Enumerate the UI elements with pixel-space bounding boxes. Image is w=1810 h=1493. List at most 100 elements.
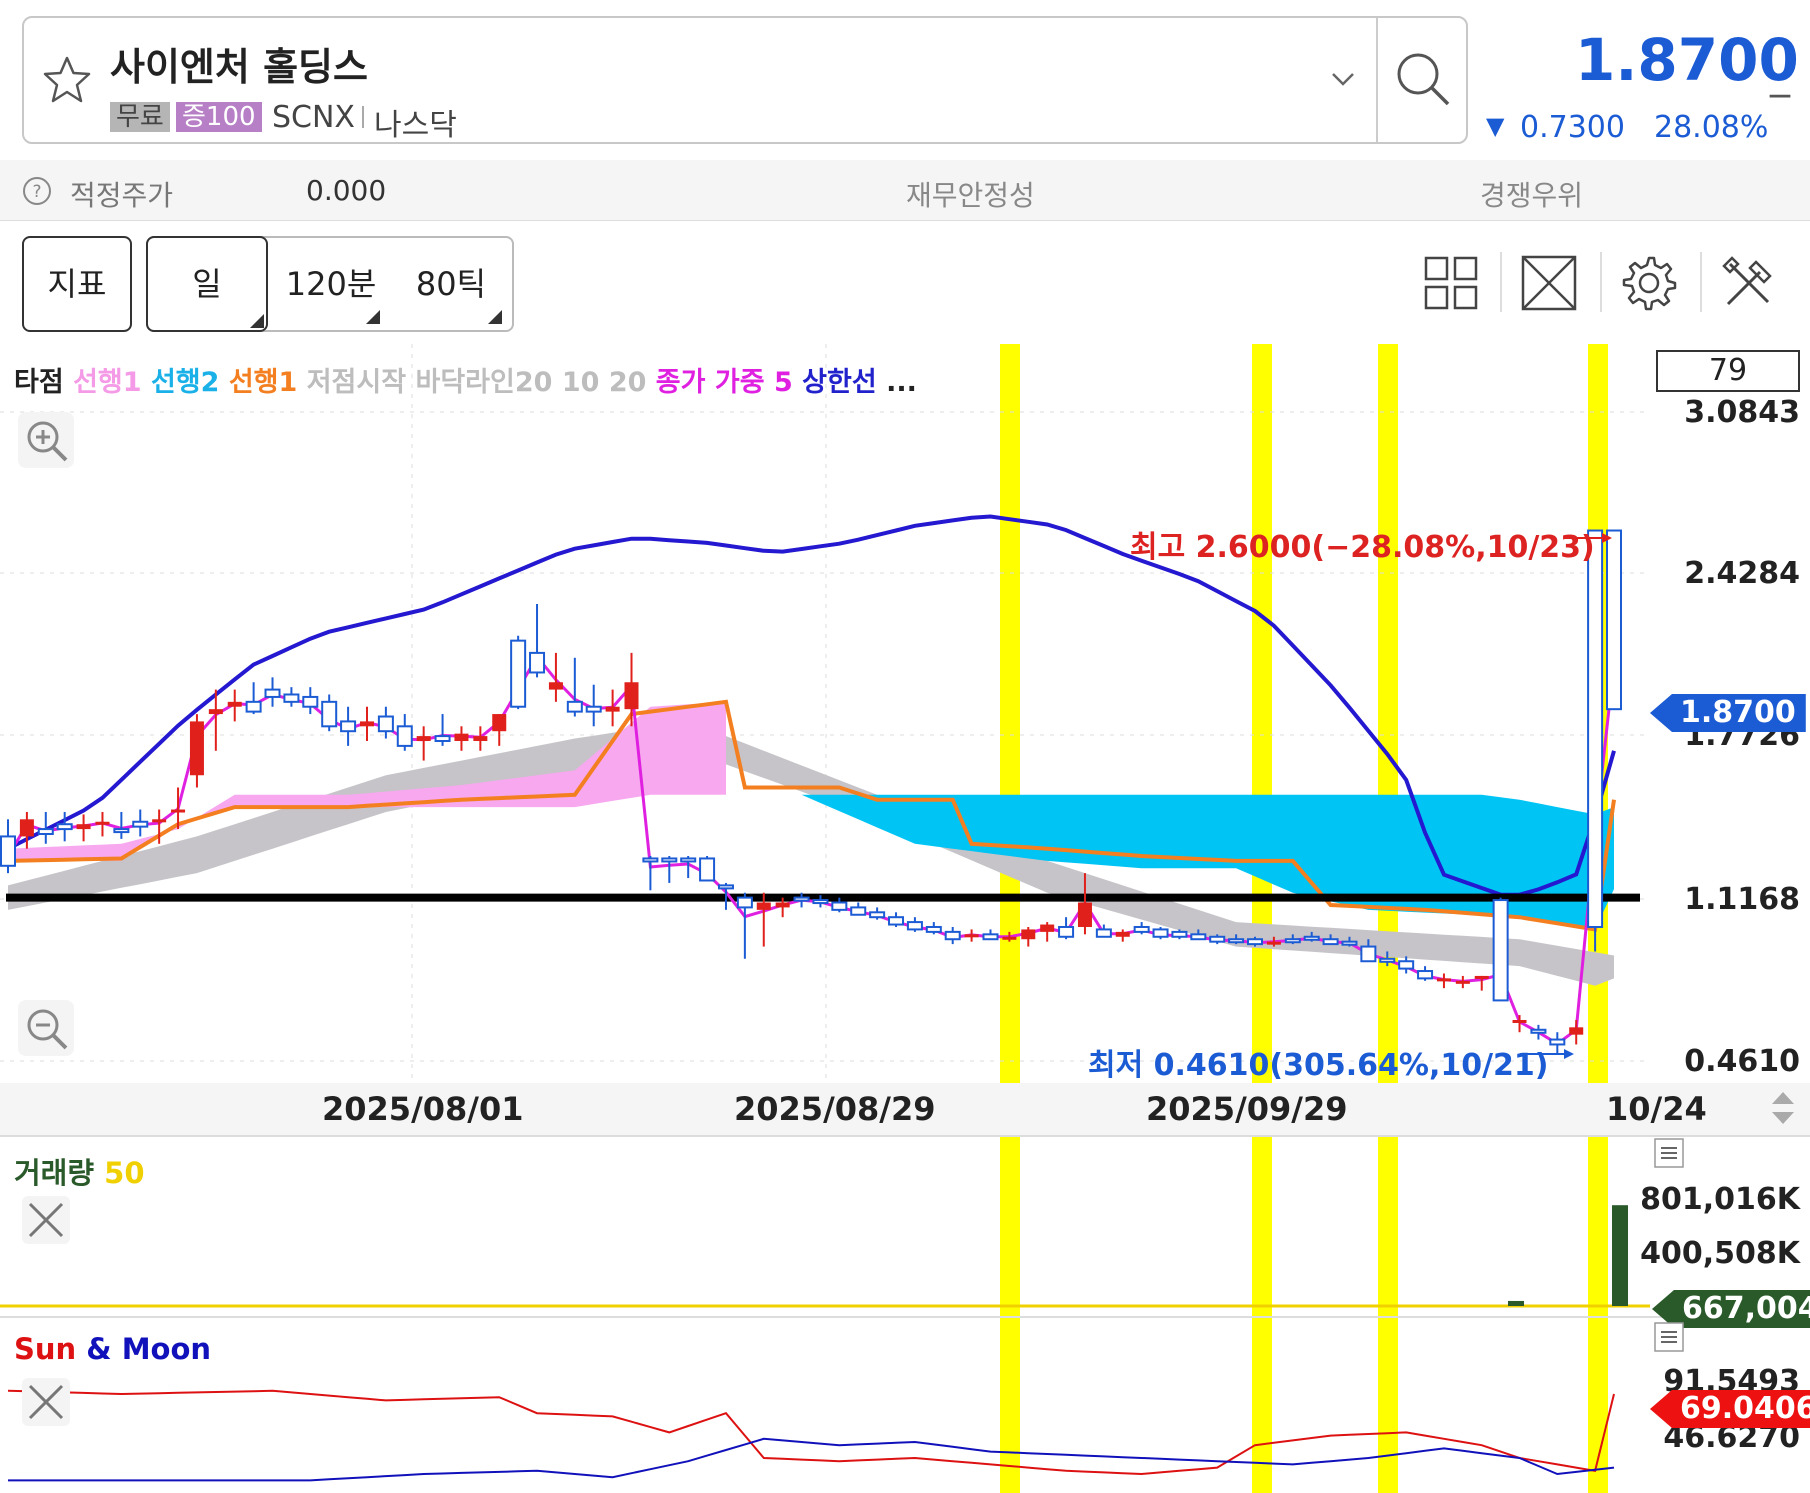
x-tick-label: 2025/09/29: [1146, 1090, 1348, 1128]
close-sun-moon-icon[interactable]: [22, 1378, 70, 1426]
legend-item[interactable]: 바닥라인20: [415, 367, 561, 398]
highlight-column: [1378, 344, 1398, 1493]
gear-icon[interactable]: [1620, 254, 1678, 312]
zoom-out-icon[interactable]: [18, 1000, 74, 1056]
legend-item[interactable]: 선행1: [229, 367, 307, 398]
candle-body: [264, 688, 281, 698]
candle-body: [906, 921, 923, 931]
y-tick-label: 2.4284: [1684, 556, 1800, 591]
candle-body: [1284, 938, 1301, 944]
volume-menu-icon[interactable]: [1654, 1138, 1684, 1168]
candle-body: [1569, 1027, 1584, 1035]
legend-item[interactable]: 타점: [14, 367, 73, 398]
candle-body: [585, 705, 602, 713]
candle-body: [1474, 975, 1489, 979]
competitive-advantage-label[interactable]: 경쟁우위: [1480, 174, 1583, 214]
candle-body: [1115, 931, 1130, 937]
candle-body: [0, 835, 16, 867]
legend-item[interactable]: 5: [774, 367, 802, 398]
candle-body: [1379, 957, 1396, 963]
candle-body: [944, 930, 961, 941]
x-tick-label: 2025/08/29: [734, 1090, 936, 1128]
star-icon[interactable]: [38, 52, 96, 110]
divider: [362, 106, 364, 128]
indicator-legend[interactable]: 타점 선행1 선행2 선행1 저점시작 바닥라인20 10 20 종가 가중 5…: [14, 360, 917, 399]
candle-body: [37, 828, 54, 835]
price-chart[interactable]: [0, 344, 1810, 1493]
down-arrow-icon: ▼: [1486, 112, 1505, 140]
candle-body: [680, 857, 697, 863]
sun-moon-menu-icon[interactable]: [1654, 1322, 1684, 1352]
candle-body: [454, 733, 469, 741]
candle-body: [1417, 970, 1434, 980]
candle-body: [510, 639, 527, 708]
volume-title: 거래량 50: [14, 1150, 145, 1192]
help-icon[interactable]: ?: [22, 176, 52, 206]
candle-body: [529, 651, 546, 674]
stock-name[interactable]: 사이엔처 홀딩스: [110, 36, 368, 91]
candle-body: [793, 896, 810, 902]
close-volume-icon[interactable]: [22, 1196, 70, 1244]
legend-item[interactable]: 상한선: [802, 367, 886, 398]
legend-item[interactable]: 종가: [656, 367, 715, 398]
cloud-band-cyan: [801, 794, 1614, 930]
candle-body: [736, 896, 753, 909]
candle-body: [208, 709, 223, 715]
candle-body: [1247, 938, 1264, 946]
axis-scroll-icon[interactable]: [1768, 1088, 1798, 1128]
candle-body: [624, 682, 639, 710]
candle-body: [171, 809, 186, 813]
volume-tick-label: 801,016K: [1640, 1182, 1800, 1217]
dropdown-corner-icon: [488, 310, 502, 324]
highlight-column: [1252, 344, 1272, 1493]
volume-bar: [1508, 1300, 1524, 1306]
legend-item[interactable]: ...: [886, 367, 917, 398]
candle-body: [1021, 929, 1036, 940]
legend-item[interactable]: 가중: [715, 367, 774, 398]
candle-body: [377, 715, 394, 733]
low-marker-arrow: [1564, 1049, 1574, 1059]
candle-body: [566, 700, 583, 713]
divider: [1600, 252, 1602, 312]
legend-item[interactable]: 20: [609, 367, 656, 398]
candle-body: [869, 911, 886, 919]
candle-body: [189, 721, 204, 776]
candle-body: [717, 884, 734, 890]
divider: [1376, 18, 1378, 142]
candle-body: [831, 901, 848, 911]
candle-body: [1152, 928, 1169, 938]
ticker-symbol: SCNX: [272, 100, 355, 135]
sun-moon-title: Sun & Moon: [14, 1332, 211, 1366]
legend-item[interactable]: 선행2: [151, 367, 229, 398]
candle-body: [245, 700, 262, 713]
candle-body: [321, 700, 338, 728]
zoom-in-icon[interactable]: [18, 412, 74, 468]
candle-body: [1587, 529, 1604, 928]
financial-stability-label[interactable]: 재무안정성: [906, 174, 1035, 214]
grid-layout-icon[interactable]: [1422, 254, 1480, 312]
candle-body: [1095, 928, 1112, 938]
price-change: 0.7300: [1520, 110, 1625, 145]
exchange-name: 나스닥: [374, 108, 457, 143]
indicator-button[interactable]: 지표: [22, 236, 132, 332]
candle-body: [56, 823, 73, 831]
x-tick-label: 10/24: [1606, 1090, 1707, 1128]
candle-body: [1512, 1019, 1527, 1023]
candle-body: [850, 906, 867, 916]
tools-icon[interactable]: [1720, 254, 1778, 312]
fullscreen-icon[interactable]: [1520, 254, 1578, 312]
legend-item[interactable]: 10: [562, 367, 609, 398]
chevron-down-icon[interactable]: [1330, 66, 1356, 92]
candle-body: [1209, 935, 1226, 943]
candle-body: [964, 934, 979, 938]
candle-body: [548, 682, 563, 690]
legend-item[interactable]: 저점시작: [307, 367, 416, 398]
legend-item[interactable]: 선행1: [73, 367, 151, 398]
candle-body: [302, 695, 319, 708]
candle-body: [888, 916, 905, 926]
candle-body: [434, 735, 451, 742]
search-icon[interactable]: [1392, 46, 1454, 112]
low-price-annotation: 최저 0.4610(305.64%,10/21): [1088, 1048, 1549, 1083]
candle-body: [982, 933, 999, 941]
candle-body: [492, 714, 507, 732]
